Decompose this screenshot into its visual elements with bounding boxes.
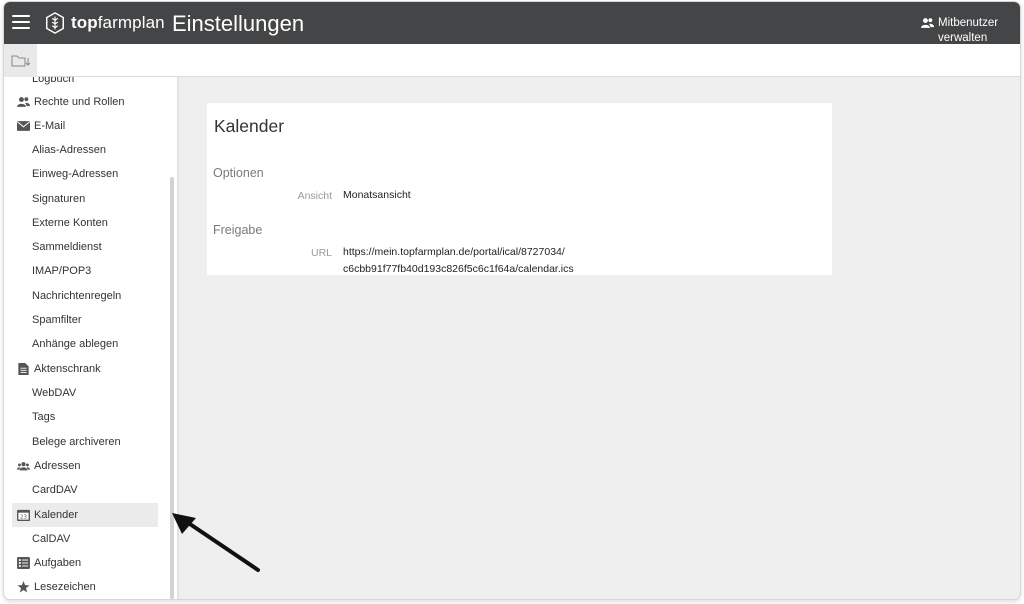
envelope-icon <box>16 120 30 133</box>
tasks-icon <box>16 557 30 570</box>
sidebar-item-kalender[interactable]: 23 Kalender <box>12 503 158 527</box>
sidebar-item-label: Logbuch <box>32 77 75 85</box>
sidebar-item-sammeldienst[interactable]: Sammeldienst <box>12 235 158 259</box>
sidebar-item-email[interactable]: E-Mail <box>12 114 158 138</box>
user-management-button[interactable]: Mitbenutzer verwalten <box>921 16 1018 46</box>
sidebar-item-label: Lesezeichen <box>34 581 96 593</box>
sidebar-item-adressen[interactable]: Adressen <box>12 454 158 478</box>
sub-toolbar <box>4 44 1020 77</box>
sidebar-item-signaturen[interactable]: Signaturen <box>12 187 158 211</box>
sidebar-item-label: Belege archiveren <box>32 436 121 448</box>
sidebar-item-webdav[interactable]: WebDAV <box>12 381 158 405</box>
sidebar-item-rechte-und-rollen[interactable]: Rechte und Rollen <box>12 90 158 114</box>
app-window: topfarmplan Einstellungen Mitbenutzer ve… <box>4 2 1020 599</box>
sidebar-item-label: Rechte und Rollen <box>34 96 125 108</box>
logo[interactable]: topfarmplan <box>44 9 165 37</box>
svg-text:23: 23 <box>19 515 27 521</box>
sidebar-item-externe-konten[interactable]: Externe Konten <box>12 211 158 235</box>
sidebar-item-tags[interactable]: Tags <box>12 405 158 429</box>
url-line-2: c6cbb91f77fb40d193c826f5c6c1f64a/calenda… <box>343 263 574 275</box>
folder-download-icon <box>11 55 30 66</box>
sidebar-item-label: Einweg-Adressen <box>32 168 119 180</box>
sidebar-item-label: Alias-Adressen <box>32 144 106 156</box>
sidebar-item-belege-archiveren[interactable]: Belege archiveren <box>12 430 158 454</box>
calendar-settings-card: Kalender Optionen Ansicht Monatsansicht … <box>207 103 832 275</box>
sidebar-item-label: CardDAV <box>32 484 78 496</box>
sidebar-item-alias-adressen[interactable]: Alias-Adressen <box>12 138 158 162</box>
sidebar-item-caldav[interactable]: CalDAV <box>12 527 158 551</box>
folder-download-button[interactable] <box>4 44 37 77</box>
sidebar-item-label: E-Mail <box>34 120 66 132</box>
sidebar-item-label: Spamfilter <box>32 314 82 326</box>
view-value[interactable]: Monatsansicht <box>343 187 411 204</box>
url-line-1: https://mein.topfarmplan.de/portal/ical/… <box>343 246 565 258</box>
card-title: Kalender <box>214 116 285 136</box>
sidebar-item-label: CalDAV <box>32 533 71 545</box>
sidebar-item-spamfilter[interactable]: Spamfilter <box>12 308 158 332</box>
sidebar-item-aufgaben[interactable]: Aufgaben <box>12 551 158 575</box>
user-management-label: Mitbenutzer verwalten <box>938 17 999 44</box>
sidebar-item-label: IMAP/POP3 <box>32 265 92 277</box>
sidebar-item-imap-pop3[interactable]: IMAP/POP3 <box>12 259 158 283</box>
document-icon <box>16 363 30 376</box>
sidebar-item-anhaenge-ablegen[interactable]: Anhänge ablegen <box>12 332 158 356</box>
hamburger-icon[interactable] <box>12 15 30 29</box>
users-icon <box>921 18 934 28</box>
top-bar: topfarmplan Einstellungen Mitbenutzer ve… <box>4 2 1020 44</box>
sidebar-item-label: Tags <box>32 411 56 423</box>
sharing-heading: Freigabe <box>213 223 263 237</box>
users-icon <box>16 96 30 109</box>
arrow-pointer-icon <box>172 513 260 572</box>
sidebar-item-aktenschrank[interactable]: Aktenschrank <box>12 357 158 381</box>
settings-sidebar: Logbuch Rechte und Rollen E-Mail Alias-A… <box>4 77 167 599</box>
sidebar-item-label: Adressen <box>34 460 81 472</box>
sidebar-item-label: Externe Konten <box>32 217 108 229</box>
sidebar-item-label: Aktenschrank <box>34 363 101 375</box>
sidebar-item-lesezeichen[interactable]: Lesezeichen <box>12 575 158 599</box>
page-title: Einstellungen <box>172 11 305 36</box>
logo-icon <box>46 12 64 34</box>
sidebar-item-einweg-adressen[interactable]: Einweg-Adressen <box>12 162 158 186</box>
sidebar-item-label: Aufgaben <box>34 557 82 569</box>
sidebar-item-carddav[interactable]: CardDAV <box>12 478 158 502</box>
options-heading: Optionen <box>213 166 264 180</box>
star-icon <box>16 581 30 594</box>
sidebar-item-label: WebDAV <box>32 387 77 399</box>
sidebar-item-label: Nachrichtenregeln <box>32 290 122 302</box>
url-label: URL <box>310 247 332 259</box>
sidebar-item-label: Anhänge ablegen <box>32 338 119 350</box>
logo-text: topfarmplan <box>71 13 165 32</box>
sidebar-item-label: Signaturen <box>32 193 86 205</box>
sidebar-item-logbuch[interactable]: Logbuch <box>12 77 158 91</box>
url-value[interactable]: https://mein.topfarmplan.de/portal/ical/… <box>343 244 574 278</box>
sidebar-item-label: Sammeldienst <box>32 241 102 253</box>
contacts-icon <box>16 460 30 473</box>
calendar-icon: 23 <box>16 509 30 522</box>
sidebar-item-label: Kalender <box>34 509 79 521</box>
sidebar-item-nachrichtenregeln[interactable]: Nachrichtenregeln <box>12 284 158 308</box>
view-label: Ansicht <box>297 190 332 202</box>
